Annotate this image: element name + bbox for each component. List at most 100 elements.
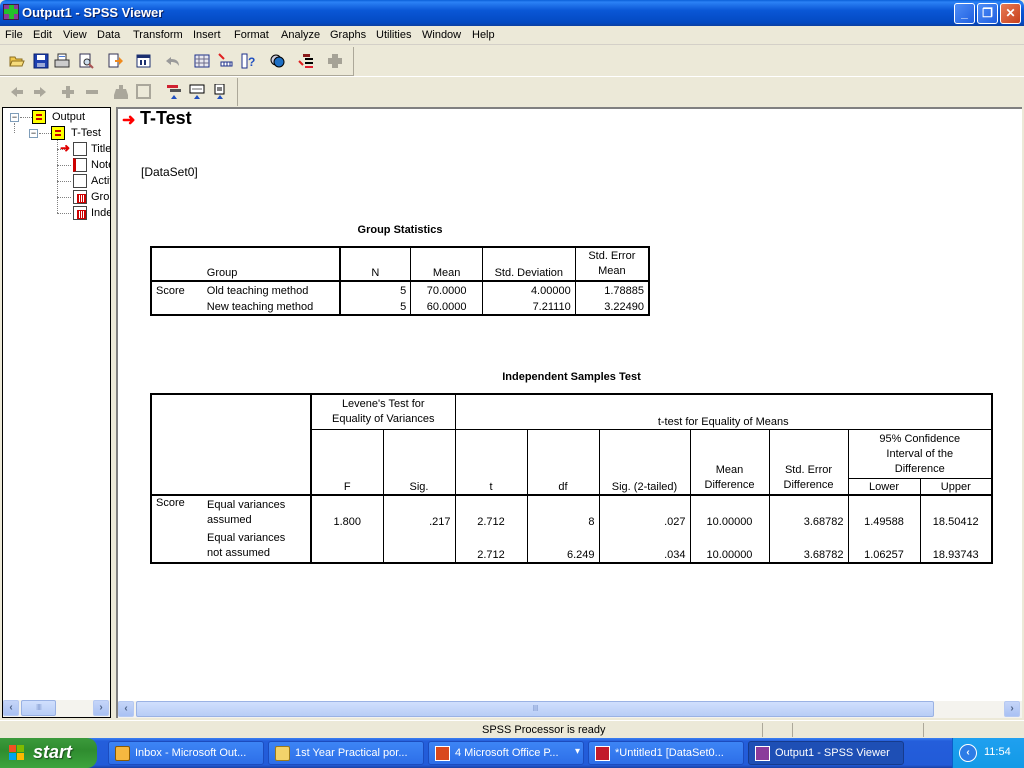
menu-view[interactable]: View <box>63 29 87 41</box>
menu-edit[interactable]: Edit <box>33 29 52 41</box>
cell-n: 5 <box>338 298 411 315</box>
group-dropdown-icon: ▾ <box>575 746 581 757</box>
minimize-button[interactable]: _ <box>954 3 975 24</box>
designate-window-icon[interactable] <box>298 53 314 69</box>
use-sets-icon[interactable] <box>269 53 285 69</box>
row-label-line2: not assumed <box>207 547 270 559</box>
cell-upper: 18.93743 <box>919 529 992 563</box>
scroll-left-button[interactable]: ‹ <box>118 701 134 717</box>
header-levene: Levene's Test for Equality of Variances <box>310 394 455 429</box>
header-mean: Mean <box>410 247 483 281</box>
menu-window[interactable]: Window <box>422 29 461 41</box>
taskbar-item-spss-viewer[interactable]: Output1 - SPSS Viewer <box>748 741 904 765</box>
print-icon[interactable] <box>54 53 70 69</box>
scroll-thumb[interactable]: IIII <box>136 701 934 717</box>
scroll-right-button[interactable]: › <box>1004 701 1020 717</box>
cell-std-error-difference: 3.68782 <box>768 529 848 563</box>
outline-horizontal-scrollbar[interactable]: ‹ IIII › <box>3 700 110 717</box>
group-statistics-table[interactable]: Group N Mean Std. Deviation Std. Error M… <box>150 246 650 316</box>
header-variable <box>151 247 203 281</box>
start-button[interactable]: start <box>0 738 97 768</box>
cell-variable <box>151 529 203 563</box>
recall-dialog-icon[interactable] <box>136 53 152 69</box>
table-row: Score Equal variances assumed 1.800 .217… <box>151 495 992 529</box>
header-std-error-mean: Std. Error Mean <box>574 247 649 281</box>
goto-case-icon[interactable] <box>217 53 233 69</box>
status-divider <box>762 723 763 737</box>
menu-file[interactable]: File <box>5 29 23 41</box>
cell-mean-difference: 10.00000 <box>689 495 769 529</box>
open-icon[interactable] <box>9 53 25 69</box>
scroll-thumb[interactable]: IIII <box>21 700 56 716</box>
dataset-label[interactable]: [DataSet0] <box>141 165 198 179</box>
header-ci-line2: Interval of the <box>886 447 954 460</box>
folder-icon <box>275 746 290 761</box>
collapse-ttest-toggle[interactable]: − <box>29 129 38 138</box>
taskbar-item-folder[interactable]: 1st Year Practical por... <box>268 741 424 765</box>
outline-toolbar <box>0 78 238 106</box>
tree-connector <box>39 133 51 134</box>
restore-button[interactable]: ❐ <box>977 3 998 24</box>
show-hidden-icons-button[interactable]: ‹ <box>959 744 977 762</box>
table-row: Score Old teaching method 5 70.0000 4.00… <box>151 281 649 298</box>
tree-connector <box>20 117 32 118</box>
outline-item-notes[interactable]: Notes <box>91 159 110 171</box>
content-horizontal-scrollbar[interactable]: ‹ IIII › <box>118 701 1022 718</box>
menu-data[interactable]: Data <box>97 29 120 41</box>
current-item-arrow-icon: ➜ <box>60 141 71 155</box>
outline-item-title[interactable]: Title <box>91 143 110 155</box>
show-icon[interactable] <box>113 84 129 100</box>
toolbar-divider <box>0 76 1024 77</box>
header-ci-line1: 95% Confidence <box>879 432 961 445</box>
outline-item-group-statistics[interactable]: Group Statistics <box>91 191 110 203</box>
independent-samples-table[interactable]: Levene's Test for Equality of Variances … <box>150 393 993 564</box>
menu-analyze[interactable]: Analyze <box>281 29 320 41</box>
scroll-left-button[interactable]: ‹ <box>3 700 19 716</box>
task-label: 4 Microsoft Office P... <box>455 747 559 759</box>
taskbar-item-outlook[interactable]: Inbox - Microsoft Out... <box>108 741 264 765</box>
tree-connector <box>57 213 71 214</box>
expand-icon[interactable] <box>60 84 76 100</box>
add-icon[interactable] <box>327 53 343 69</box>
promote-icon[interactable] <box>9 84 25 100</box>
insert-title-icon[interactable] <box>189 84 205 100</box>
menu-utilities[interactable]: Utilities <box>376 29 411 41</box>
print-preview-icon[interactable] <box>78 53 94 69</box>
spss-app-icon[interactable] <box>3 4 19 20</box>
hide-icon[interactable] <box>136 84 152 100</box>
clock[interactable]: 11:54 <box>984 746 1011 758</box>
outline-item-active-dataset[interactable]: Active Dataset <box>91 175 110 187</box>
menu-transform[interactable]: Transform <box>133 29 183 41</box>
tree-connector <box>57 165 71 166</box>
outline-item-output[interactable]: Output <box>52 111 85 123</box>
menu-format[interactable]: Format <box>234 29 269 41</box>
menu-help[interactable]: Help <box>472 29 495 41</box>
outline-item-ttest[interactable]: T-Test <box>71 127 101 139</box>
task-label: 1st Year Practical por... <box>295 747 408 759</box>
save-icon[interactable] <box>33 53 49 69</box>
header-df: df <box>526 429 599 495</box>
outline-item-independent-test[interactable]: Independent Samples Test <box>91 207 110 219</box>
menu-insert[interactable]: Insert <box>193 29 221 41</box>
undo-icon[interactable] <box>165 53 181 69</box>
taskbar-item-spss-data[interactable]: *Untitled1 [DataSet0... <box>588 741 744 765</box>
variables-icon[interactable]: ? <box>241 53 257 69</box>
menu-graphs[interactable]: Graphs <box>330 29 366 41</box>
tree-connector <box>57 197 71 198</box>
close-button[interactable]: ✕ <box>1000 3 1021 24</box>
collapse-icon[interactable] <box>84 84 100 100</box>
outline-pane[interactable]: − Output − T-Test ➜ Title Notes Active D… <box>2 107 111 718</box>
demote-icon[interactable] <box>32 84 48 100</box>
goto-data-icon[interactable] <box>194 53 210 69</box>
header-lower: Lower <box>847 478 920 495</box>
output-heading[interactable]: T-Test <box>140 109 192 129</box>
header-se-diff-line1: Std. Error <box>784 464 833 476</box>
insert-text-icon[interactable] <box>212 83 228 100</box>
scroll-right-button[interactable]: › <box>93 700 109 716</box>
taskbar-item-powerpoint-group[interactable]: 4 Microsoft Office P... ▾ <box>428 741 584 765</box>
collapse-output-toggle[interactable]: − <box>10 113 19 122</box>
export-icon[interactable] <box>107 53 123 69</box>
window-title: Output1 - SPSS Viewer <box>22 5 164 20</box>
insert-heading-icon[interactable] <box>166 84 182 100</box>
output-content-pane[interactable]: ➜ T-Test [DataSet0] Group Statistics Gro… <box>116 107 1022 718</box>
